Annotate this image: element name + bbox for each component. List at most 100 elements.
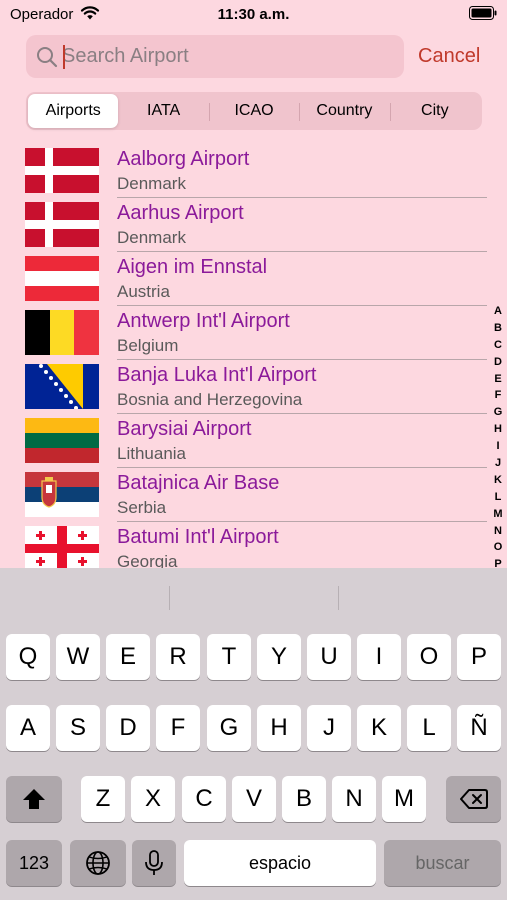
list-item[interactable]: Aalborg Airport Denmark (0, 144, 507, 198)
key-v[interactable]: V (232, 776, 276, 822)
index-letter[interactable]: H (489, 421, 507, 438)
flag-serbia-icon (25, 472, 99, 517)
flag-denmark-icon (25, 202, 99, 247)
predictive-bar (0, 568, 507, 620)
airport-country: Lithuania (117, 444, 187, 463)
airport-country: Serbia (117, 498, 167, 517)
index-letter[interactable]: J (489, 455, 507, 472)
list-item[interactable]: Barysiai Airport Lithuania (0, 414, 507, 468)
text-caret (63, 45, 65, 69)
backspace-key[interactable] (446, 776, 501, 822)
airport-country: Bosnia and Herzegovina (117, 390, 303, 409)
keyboard: Q W E R T Y U I O P A S D F G H J K L Ñ … (0, 568, 507, 900)
key-x[interactable]: X (131, 776, 175, 822)
key-r[interactable]: R (156, 634, 200, 680)
key-z[interactable]: Z (81, 776, 125, 822)
predictive-divider (338, 586, 339, 610)
key-w[interactable]: W (56, 634, 100, 680)
index-letter[interactable]: M (489, 506, 507, 523)
flag-belgium-icon (25, 310, 99, 355)
index-letter[interactable]: B (489, 320, 507, 337)
airport-name: Aarhus Airport (117, 202, 244, 224)
key-h[interactable]: H (257, 705, 301, 751)
airport-list: Aalborg Airport Denmark Aarhus Airport D… (0, 144, 507, 568)
key-enye[interactable]: Ñ (457, 705, 501, 751)
list-item[interactable]: Antwerp Int'l Airport Belgium (0, 306, 507, 360)
segment-city[interactable]: City (389, 94, 480, 128)
search-icon (37, 47, 58, 68)
dictation-key[interactable] (132, 840, 176, 886)
index-letter[interactable]: N (489, 523, 507, 540)
key-p[interactable]: P (457, 634, 501, 680)
key-m[interactable]: M (382, 776, 426, 822)
list-item[interactable]: Aigen im Ennstal Austria (0, 252, 507, 306)
airport-country: Denmark (117, 228, 186, 247)
flag-georgia-icon (25, 526, 99, 568)
flag-denmark-icon (25, 148, 99, 193)
airport-name: Batajnica Air Base (117, 472, 280, 494)
key-e[interactable]: E (106, 634, 150, 680)
index-letter[interactable]: C (489, 337, 507, 354)
index-letter[interactable]: A (489, 303, 507, 320)
segment-country[interactable]: Country (299, 94, 389, 128)
key-q[interactable]: Q (6, 634, 50, 680)
key-l[interactable]: L (407, 705, 451, 751)
key-j[interactable]: J (307, 705, 351, 751)
key-k[interactable]: K (357, 705, 401, 751)
globe-icon (86, 851, 110, 875)
status-time: 11:30 a.m. (217, 6, 290, 23)
index-letter[interactable]: K (489, 472, 507, 489)
key-f[interactable]: F (156, 705, 200, 751)
shift-key[interactable] (6, 776, 62, 822)
key-o[interactable]: O (407, 634, 451, 680)
key-d[interactable]: D (106, 705, 150, 751)
shift-arrow-icon (23, 789, 45, 809)
list-item[interactable]: Banja Luka Int'l Airport Bosnia and Herz… (0, 360, 507, 414)
segment-iata[interactable]: IATA (118, 94, 208, 128)
index-letter[interactable]: I (489, 438, 507, 455)
key-n[interactable]: N (332, 776, 376, 822)
list-item[interactable]: Batajnica Air Base Serbia (0, 468, 507, 522)
status-bar: Operador 11:30 a.m. (0, 0, 507, 28)
airport-name: Aigen im Ennstal (117, 256, 268, 278)
airport-country: Denmark (117, 174, 186, 193)
key-y[interactable]: Y (257, 634, 301, 680)
search-bar[interactable] (26, 35, 404, 78)
space-key[interactable]: espacio (184, 840, 376, 886)
airport-name: Banja Luka Int'l Airport (117, 364, 317, 386)
segment-icao[interactable]: ICAO (208, 94, 299, 128)
key-b[interactable]: B (282, 776, 326, 822)
airport-name: Batumi Int'l Airport (117, 526, 279, 548)
index-letter[interactable]: F (489, 387, 507, 404)
key-s[interactable]: S (56, 705, 100, 751)
index-letter[interactable]: G (489, 404, 507, 421)
index-letter[interactable]: E (489, 371, 507, 388)
section-index-bar[interactable]: A B C D E F G H I J K L M N O P (489, 303, 507, 573)
index-letter[interactable]: L (489, 489, 507, 506)
key-t[interactable]: T (207, 634, 251, 680)
airport-country: Belgium (117, 336, 179, 355)
airport-name: Antwerp Int'l Airport (117, 310, 290, 332)
airport-name: Aalborg Airport (117, 148, 250, 170)
key-c[interactable]: C (182, 776, 226, 822)
key-a[interactable]: A (6, 705, 50, 751)
index-letter[interactable]: D (489, 354, 507, 371)
search-input[interactable] (62, 41, 392, 72)
airport-name: Barysiai Airport (117, 418, 252, 440)
key-i[interactable]: I (357, 634, 401, 680)
globe-key[interactable] (70, 840, 126, 886)
numbers-key[interactable]: 123 (6, 840, 62, 886)
list-item[interactable]: Batumi Int'l Airport Georgia (0, 522, 507, 568)
segment-airports[interactable]: Airports (28, 94, 119, 128)
index-letter[interactable]: O (489, 539, 507, 556)
list-item[interactable]: Aarhus Airport Denmark (0, 198, 507, 252)
cancel-button[interactable]: Cancel (418, 45, 480, 68)
battery-icon (469, 6, 497, 20)
key-g[interactable]: G (207, 705, 251, 751)
key-u[interactable]: U (307, 634, 351, 680)
flag-bosnia-icon (25, 364, 99, 409)
airport-country: Austria (117, 282, 170, 301)
flag-austria-icon (25, 256, 99, 301)
search-return-key[interactable]: buscar (384, 840, 501, 886)
backspace-icon (459, 789, 488, 809)
